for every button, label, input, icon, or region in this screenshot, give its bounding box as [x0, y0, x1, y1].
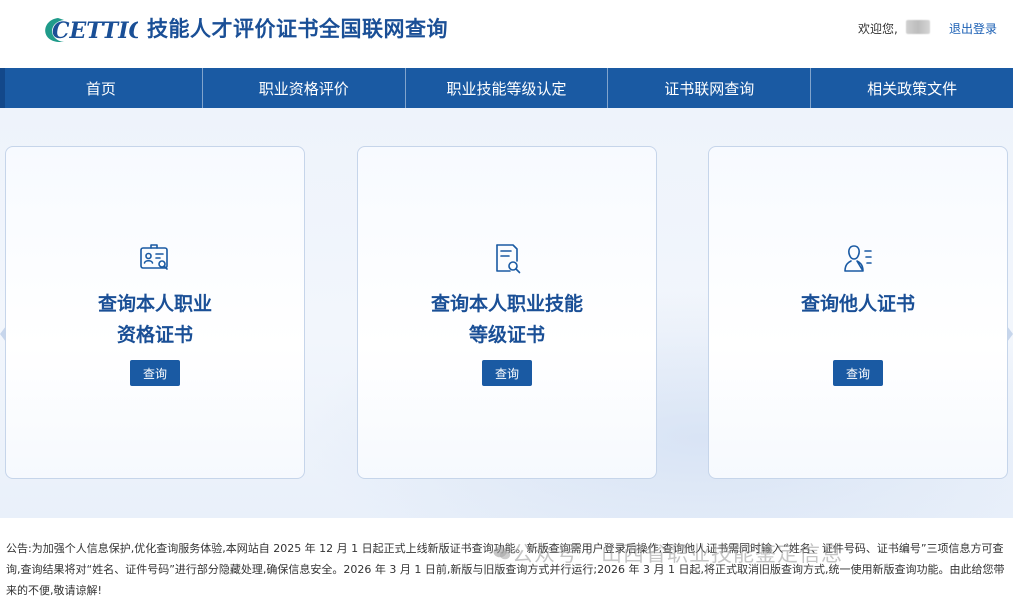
- nav-item-certificate-query[interactable]: 证书联网查询: [608, 68, 812, 108]
- logout-link[interactable]: 退出登录: [949, 20, 997, 37]
- watermark-text: 公众号 · 山西省职业技能鉴定信息: [512, 542, 844, 566]
- document-search-icon: [496, 244, 521, 274]
- query-own-skill-level-button[interactable]: 查询: [482, 360, 532, 386]
- card-own-qualification-certificate[interactable]: 查询本人职业 资格证书 查询: [5, 146, 305, 479]
- nav-left-strip: [0, 68, 5, 108]
- site-title: 技能人才评价证书全国联网查询: [147, 17, 448, 41]
- nav-item-qualification-evaluation[interactable]: 职业资格评价: [203, 68, 406, 108]
- username-redacted: [906, 20, 930, 34]
- query-own-qualification-button[interactable]: 查询: [130, 360, 180, 386]
- svg-text:CETTIC: CETTIC: [52, 18, 138, 44]
- card-title-line2: 资格证书: [116, 324, 193, 346]
- id-card-search-icon: [140, 244, 168, 270]
- card-own-skill-level-certificate[interactable]: 查询本人职业技能 等级证书 查询: [357, 146, 657, 479]
- query-others-certificate-button[interactable]: 查询: [833, 360, 883, 386]
- card-title-line1: 查询本人职业技能: [430, 293, 583, 315]
- main-nav: 首页 职业资格评价 职业技能等级认定 证书联网查询 相关政策文件: [0, 68, 1013, 108]
- nav-item-home[interactable]: 首页: [0, 68, 203, 108]
- header: CETTIC 技能人才评价证书全国联网查询 欢迎您, 退出登录: [0, 0, 1013, 68]
- card-others-certificate[interactable]: 查询他人证书 查询: [708, 146, 1008, 479]
- card-title-line1: 查询本人职业: [97, 293, 212, 315]
- cettic-logo: CETTIC: [45, 18, 138, 44]
- wechat-icon: [493, 546, 511, 560]
- nav-item-policy-documents[interactable]: 相关政策文件: [811, 68, 1013, 108]
- user-list-icon: [844, 245, 872, 272]
- card-title-line2: 等级证书: [468, 324, 545, 346]
- nav-item-skill-level-certification[interactable]: 职业技能等级认定: [406, 68, 609, 108]
- main-content: 查询本人职业 资格证书 查询 查询本人职业技能 等级证书 查询 查询他人证书 查…: [0, 108, 1013, 518]
- welcome-text: 欢迎您,: [858, 22, 898, 36]
- card-title: 查询他人证书: [800, 293, 915, 315]
